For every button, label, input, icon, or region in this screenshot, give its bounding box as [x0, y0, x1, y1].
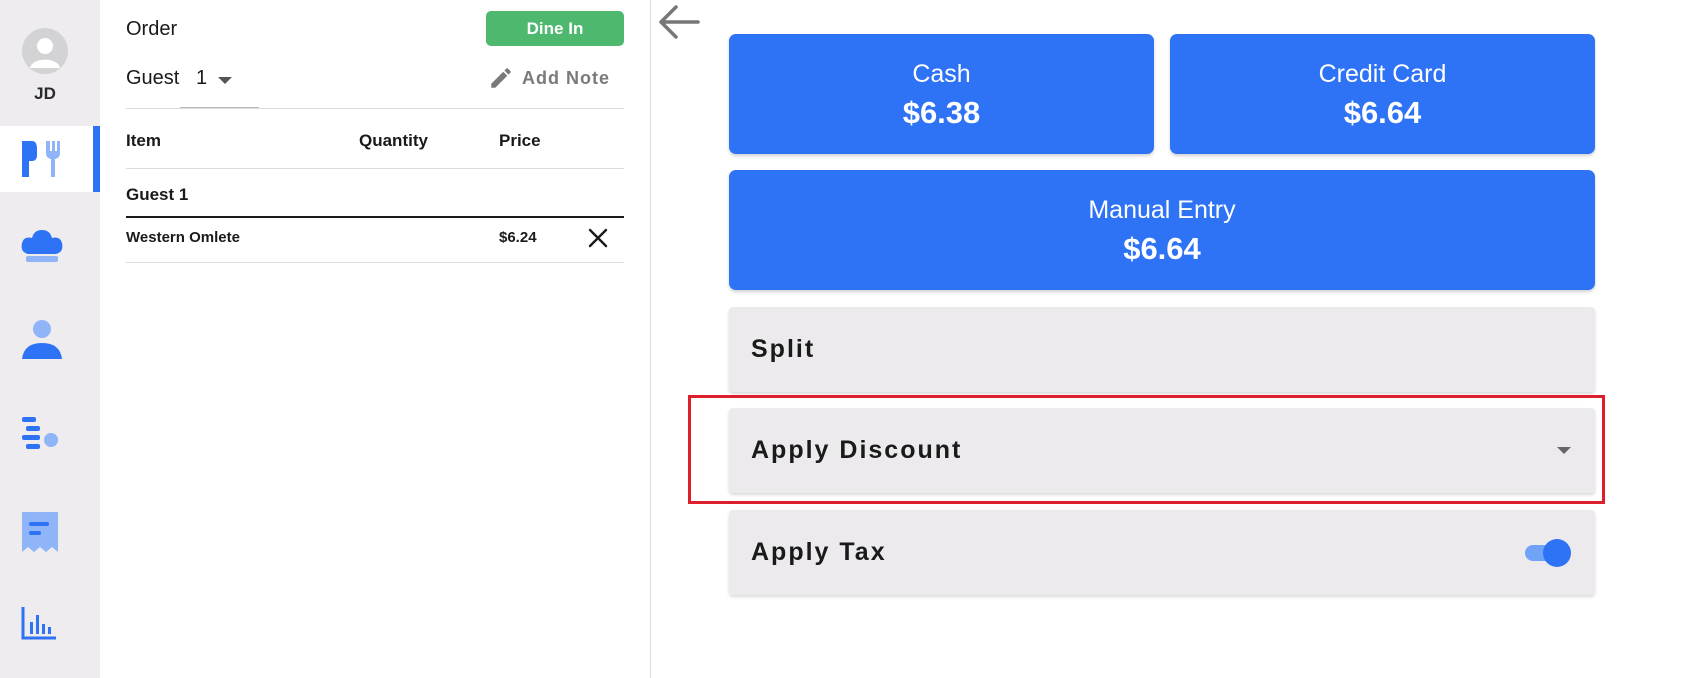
- user-avatar-icon: [30, 38, 60, 68]
- guest-label: Guest: [126, 67, 180, 89]
- utensils-icon: [22, 141, 60, 177]
- dine-in-button[interactable]: Dine In: [486, 11, 624, 46]
- nav-item-lists[interactable]: [0, 402, 100, 468]
- nav-item-kitchen[interactable]: [0, 215, 100, 281]
- manual-entry-amount: $6.64: [1123, 231, 1201, 266]
- nav-item-receipts[interactable]: [0, 497, 100, 563]
- apply-tax-label: Apply Tax: [751, 538, 887, 566]
- avatar[interactable]: [22, 28, 68, 74]
- order-panel: Order Dine In Guest 1 Add Note Item Quan…: [100, 0, 651, 678]
- guest-select[interactable]: 1: [180, 60, 259, 109]
- cash-label: Cash: [912, 60, 971, 88]
- arrow-left-icon: [659, 5, 700, 39]
- apply-discount-dropdown[interactable]: Apply Discount: [729, 408, 1595, 493]
- order-title: Order: [126, 18, 178, 40]
- nav-item-orders[interactable]: [0, 126, 100, 192]
- nav-item-customers[interactable]: [0, 306, 100, 372]
- divider: [126, 262, 624, 263]
- user-initials: JD: [34, 84, 56, 103]
- person-icon: [22, 320, 62, 359]
- bar-chart-icon: [21, 607, 56, 640]
- credit-card-button[interactable]: Credit Card $6.64: [1170, 34, 1595, 154]
- group-divider: [126, 216, 624, 218]
- divider: [126, 168, 624, 169]
- guest-select-value: 1: [196, 67, 208, 89]
- add-note-label: Add Note: [522, 67, 610, 88]
- close-icon: [588, 228, 608, 248]
- item-name: Western Omlete: [126, 229, 240, 246]
- receipt-icon: [22, 512, 58, 552]
- item-price: $6.24: [499, 229, 537, 246]
- split-label: Split: [751, 335, 816, 363]
- toggle-thumb: [1543, 539, 1571, 567]
- apply-tax-row: Apply Tax: [729, 510, 1595, 595]
- split-button[interactable]: Split: [729, 307, 1595, 392]
- apply-tax-toggle[interactable]: [1525, 539, 1571, 567]
- caret-down-icon: [1557, 447, 1571, 454]
- back-button[interactable]: [656, 2, 700, 47]
- manual-entry-label: Manual Entry: [1088, 196, 1236, 224]
- caret-down-icon: [218, 77, 232, 84]
- pencil-icon: [491, 68, 511, 88]
- column-header-price: Price: [499, 131, 541, 150]
- guest-group-label: Guest 1: [126, 185, 189, 204]
- remove-item-button[interactable]: [587, 227, 609, 249]
- column-header-quantity: Quantity: [359, 131, 428, 150]
- column-header-item: Item: [126, 131, 161, 150]
- sidebar: JD: [0, 0, 100, 678]
- apply-discount-label: Apply Discount: [751, 436, 963, 464]
- cash-amount: $6.38: [902, 95, 981, 130]
- chef-hat-icon: [21, 230, 63, 262]
- cash-button[interactable]: Cash $6.38: [729, 34, 1154, 154]
- divider: [126, 108, 624, 109]
- list-icon: [22, 417, 58, 449]
- add-note-button[interactable]: Add Note: [488, 62, 610, 94]
- credit-card-amount: $6.64: [1343, 95, 1422, 130]
- nav-item-reports[interactable]: [0, 591, 100, 657]
- credit-card-label: Credit Card: [1318, 60, 1447, 88]
- manual-entry-button[interactable]: Manual Entry $6.64: [729, 170, 1595, 290]
